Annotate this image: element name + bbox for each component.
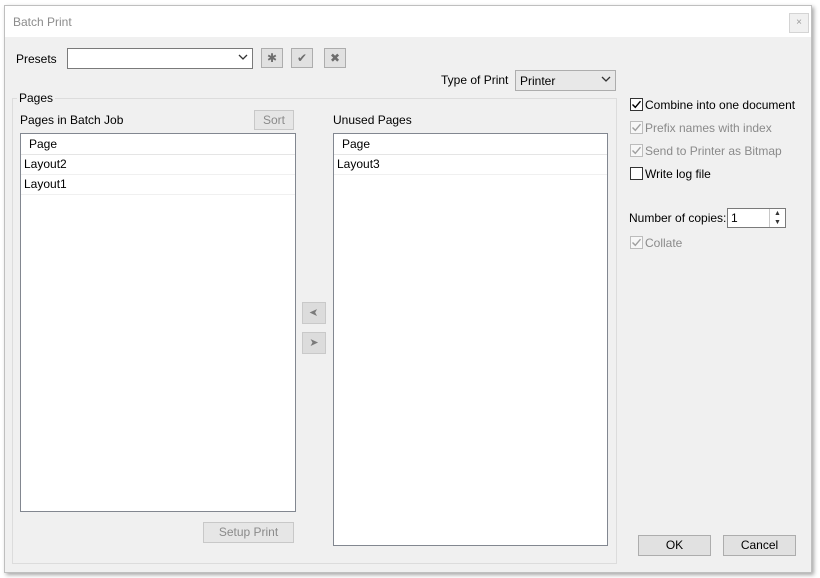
presets-dropdown[interactable] [67, 48, 253, 69]
delete-preset-button[interactable]: ✖ [324, 48, 346, 68]
checkmark-icon: ✔ [296, 51, 308, 65]
type-of-print-label: Type of Print [441, 73, 509, 87]
sort-button[interactable]: Sort [254, 110, 294, 130]
list-item-label: Layout1 [24, 177, 67, 191]
new-preset-button[interactable]: ✱ [261, 48, 283, 68]
batch-list-header[interactable]: Page [21, 134, 295, 155]
move-right-button[interactable]: ➤ [302, 332, 326, 354]
list-item[interactable]: Layout2 [21, 154, 295, 175]
list-item-label: Layout3 [337, 157, 380, 171]
list-item[interactable]: Layout1 [21, 174, 295, 195]
stepper-up-icon[interactable]: ▲ [770, 209, 785, 218]
copies-label: Number of copies: [629, 211, 727, 225]
checkmark-icon [632, 238, 642, 247]
page-column-header: Page [342, 137, 371, 151]
title-bar: Batch Print × [5, 6, 811, 37]
page-column-header: Page [29, 137, 58, 151]
arrow-left-icon: ➤ [309, 307, 319, 319]
batch-print-dialog: Batch Print × Presets ✱ ✔ ✖ Type of Prin… [4, 5, 812, 573]
unused-list-label: Unused Pages [333, 113, 412, 127]
copies-value: 1 [731, 211, 738, 225]
batch-list-label: Pages in Batch Job [20, 113, 124, 127]
window-title: Batch Print [13, 15, 72, 29]
copies-stepper[interactable]: 1 ▲ ▼ [727, 208, 786, 228]
write-log-checkbox[interactable] [630, 167, 643, 180]
setup-print-button[interactable]: Setup Print [203, 522, 294, 543]
unused-list-header[interactable]: Page [334, 134, 607, 155]
save-preset-button[interactable]: ✔ [291, 48, 313, 68]
bitmap-checkbox[interactable] [630, 144, 643, 157]
pages-group-title: Pages [17, 91, 56, 105]
asterisk-icon: ✱ [266, 51, 278, 65]
move-left-button[interactable]: ➤ [302, 302, 326, 324]
collate-label[interactable]: Collate [645, 236, 682, 250]
type-of-print-dropdown[interactable]: Printer [515, 70, 616, 91]
cancel-button[interactable]: Cancel [723, 535, 796, 556]
prefix-checkbox[interactable] [630, 121, 643, 134]
collate-checkbox[interactable] [630, 236, 643, 249]
chevron-down-icon [238, 54, 248, 60]
combine-label[interactable]: Combine into one document [645, 98, 795, 112]
combine-checkbox[interactable] [630, 98, 643, 111]
checkmark-icon [632, 100, 642, 109]
type-of-print-value: Printer [520, 74, 556, 88]
chevron-down-icon [601, 76, 611, 82]
ok-button[interactable]: OK [638, 535, 711, 556]
write-log-label[interactable]: Write log file [645, 167, 711, 181]
batch-pages-list[interactable]: Page Layout2 Layout1 [20, 133, 296, 512]
list-item[interactable]: Layout3 [334, 154, 607, 175]
checkmark-icon [632, 123, 642, 132]
checkmark-icon [632, 146, 642, 155]
x-icon: ✖ [329, 51, 341, 65]
arrow-right-icon: ➤ [309, 337, 319, 349]
close-button[interactable]: × [789, 13, 809, 33]
bitmap-label[interactable]: Send to Printer as Bitmap [645, 144, 782, 158]
stepper-down-icon[interactable]: ▼ [770, 218, 785, 227]
prefix-label[interactable]: Prefix names with index [645, 121, 772, 135]
unused-pages-list[interactable]: Page Layout3 [333, 133, 608, 546]
list-item-label: Layout2 [24, 157, 67, 171]
presets-label: Presets [16, 52, 57, 66]
stepper-buttons[interactable]: ▲ ▼ [769, 209, 785, 227]
